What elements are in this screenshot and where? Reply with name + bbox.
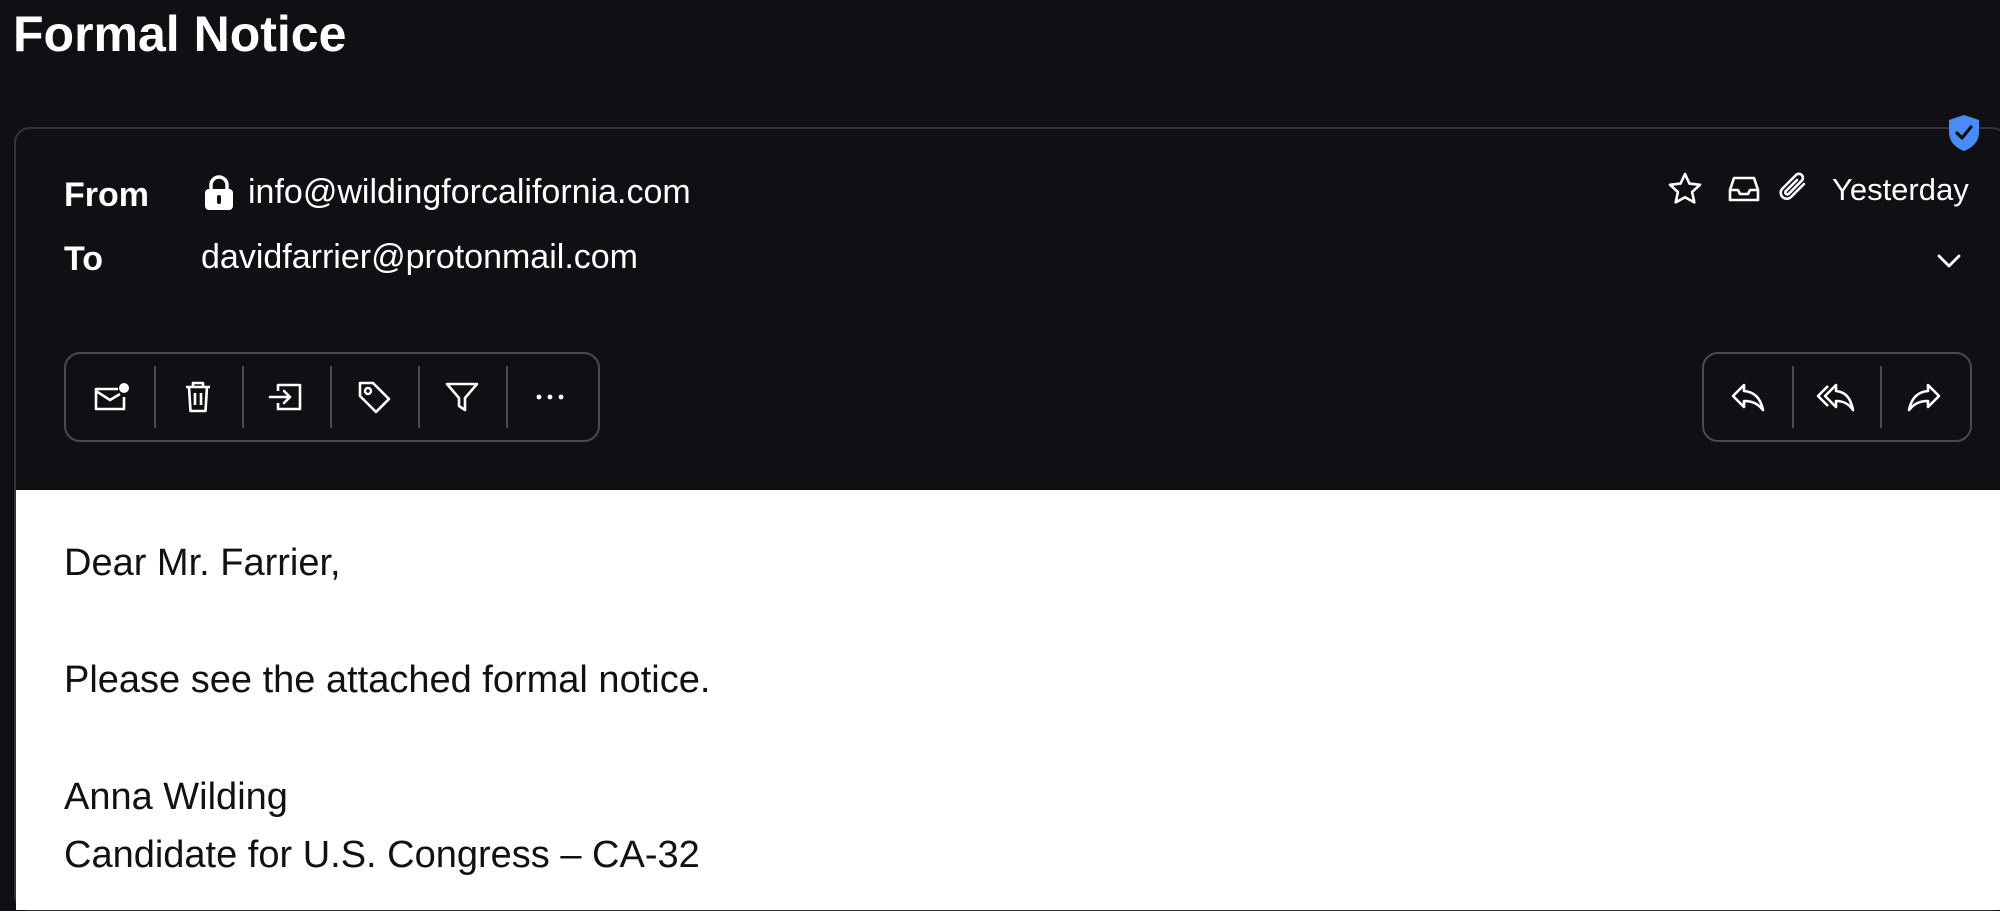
more-icon: [536, 394, 564, 400]
message-body: Dear Mr. Farrier, Please see the attache…: [16, 490, 2000, 910]
chevron-down-icon[interactable]: [1932, 244, 1966, 278]
from-label: From: [64, 176, 149, 214]
paperclip-icon: [1779, 172, 1806, 200]
move-to-button[interactable]: [242, 354, 330, 440]
trash-icon: [186, 381, 210, 413]
mark-unread-button[interactable]: [66, 354, 154, 440]
body-paragraph: Please see the attached formal notice.: [64, 659, 711, 701]
message-subject: Formal Notice: [13, 6, 347, 62]
move-to-icon: [268, 383, 302, 411]
label-button[interactable]: [330, 354, 418, 440]
filter-button[interactable]: [418, 354, 506, 440]
message-date: Yesterday: [1832, 172, 1969, 207]
trash-button[interactable]: [154, 354, 242, 440]
star-icon[interactable]: [1666, 170, 1704, 208]
reply-all-button[interactable]: [1792, 354, 1880, 440]
more-button[interactable]: [506, 354, 594, 440]
message-actions-toolbar: [64, 352, 600, 442]
reply-all-icon: [1816, 383, 1855, 412]
signature-title: Candidate for U.S. Congress – CA-32: [64, 834, 700, 876]
reply-actions-toolbar: [1702, 352, 1972, 442]
lock-icon: [205, 174, 233, 210]
forward-button[interactable]: [1880, 354, 1968, 440]
body-greeting: Dear Mr. Farrier,: [64, 542, 341, 584]
signature-name: Anna Wilding: [64, 776, 288, 818]
sender-address[interactable]: info@wildingforcalifornia.com: [202, 173, 691, 212]
mark-unread-icon: [94, 383, 129, 411]
label-icon: [358, 381, 391, 414]
filter-icon: [445, 382, 479, 412]
verified-shield-icon[interactable]: [1946, 113, 1982, 153]
reply-button[interactable]: [1704, 354, 1792, 440]
recipient-address[interactable]: davidfarrier@protonmail.com: [201, 238, 638, 277]
inbox-icon[interactable]: [1724, 170, 1764, 208]
forward-icon: [1907, 383, 1941, 412]
reply-icon: [1731, 383, 1765, 412]
to-label: To: [64, 240, 104, 278]
sender-address-text: info@wildingforcalifornia.com: [248, 173, 691, 211]
